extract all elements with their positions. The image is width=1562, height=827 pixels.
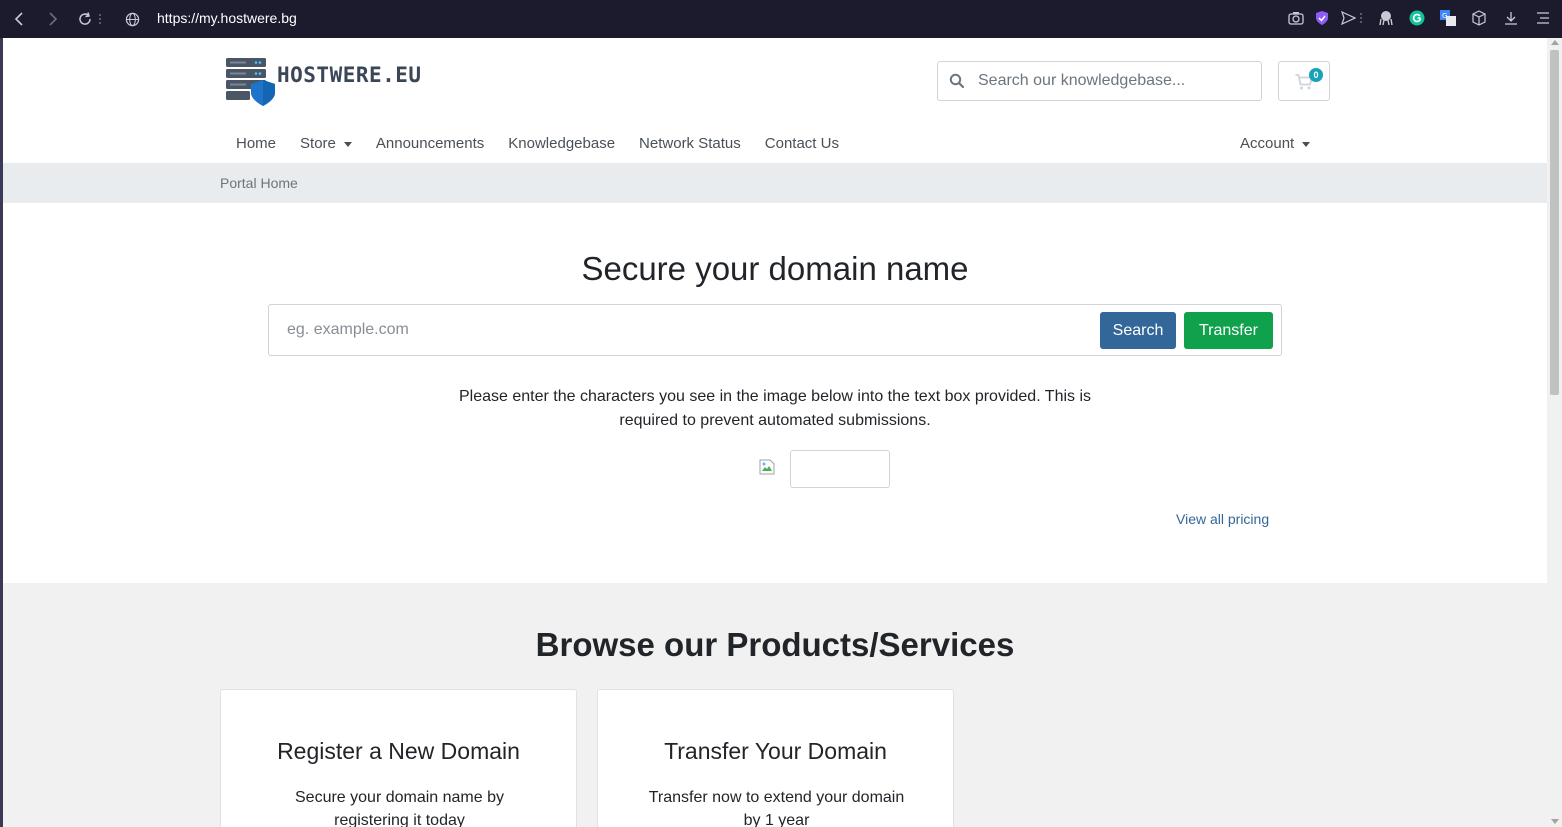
transfer-domain-card[interactable]: Transfer Your Domain Transfer now to ext… <box>597 689 954 827</box>
scroll-up-icon[interactable] <box>1551 40 1559 45</box>
main-navigation: Home Store Announcements Knowledgebase N… <box>224 128 851 160</box>
card-title: Transfer Your Domain <box>664 738 887 764</box>
broken-image-icon <box>759 459 775 475</box>
card-text: Secure your domain name by registering i… <box>295 789 504 827</box>
nav-item-announcements[interactable]: Announcements <box>364 128 496 160</box>
nav-item-store[interactable]: Store <box>288 128 364 160</box>
translate-icon[interactable]: G <box>1439 9 1457 27</box>
nav-item-network-status[interactable]: Network Status <box>627 128 753 160</box>
menu-icon[interactable] <box>1534 9 1552 27</box>
site-logo[interactable]: HOSTWERE.EU <box>223 55 421 107</box>
domain-input[interactable] <box>287 306 1087 354</box>
nav-item-home[interactable]: Home <box>224 128 288 160</box>
cart-count-badge: 0 <box>1309 68 1323 82</box>
search-icon <box>949 73 965 89</box>
caret-down-icon <box>343 141 352 147</box>
address-bar[interactable]: https://my.hostwere.bg <box>157 10 297 26</box>
logo-text: HOSTWERE.EU <box>277 63 422 87</box>
account-dropdown[interactable]: Account <box>1228 128 1322 160</box>
nav-item-label: Home <box>236 135 277 152</box>
nav-item-label: Contact Us <box>764 135 839 152</box>
separator-dots-icon <box>96 9 104 29</box>
box-icon[interactable] <box>1470 9 1488 27</box>
shield-check-icon[interactable] <box>1313 9 1331 27</box>
scrollbar-thumb[interactable] <box>1550 50 1559 395</box>
browser-toolbar: https://my.hostwere.bg G <box>0 0 1562 38</box>
card-title: Register a New Domain <box>277 738 520 764</box>
caret-down-icon <box>1302 141 1311 147</box>
send-icon[interactable] <box>1339 9 1357 27</box>
nav-item-label: Announcements <box>375 135 485 152</box>
nav-item-contact-us[interactable]: Contact Us <box>753 128 851 160</box>
breadcrumb: Portal Home <box>3 163 1547 203</box>
domain-search-title: Secure your domain name <box>581 250 969 287</box>
server-shield-logo-icon <box>226 58 275 106</box>
download-icon[interactable] <box>1502 9 1520 27</box>
card-text: Transfer now to extend your domain by 1 … <box>648 789 905 827</box>
back-icon[interactable] <box>10 9 30 29</box>
domain-search-button[interactable]: Search <box>1100 312 1176 349</box>
page-content: HOSTWERE.EU 0 Home Store Announcements K… <box>3 38 1547 827</box>
vertical-scrollbar[interactable] <box>1547 38 1562 827</box>
grammarly-icon[interactable] <box>1408 9 1426 27</box>
captcha-instructions: Please enter the characters you see in t… <box>458 388 1092 429</box>
knowledgebase-search-input[interactable] <box>978 62 1258 100</box>
cart-button[interactable]: 0 <box>1278 61 1330 101</box>
octopus-icon[interactable] <box>1377 9 1395 27</box>
separator-dots-icon-2 <box>1357 9 1365 27</box>
nav-item-label: Store <box>300 135 336 152</box>
globe-icon[interactable] <box>122 9 142 29</box>
nav-item-label: Network Status <box>639 135 741 152</box>
scroll-down-icon[interactable] <box>1551 819 1559 824</box>
camera-icon[interactable] <box>1287 9 1305 27</box>
domain-transfer-button[interactable]: Transfer <box>1184 312 1273 349</box>
svg-text:G: G <box>1442 12 1447 20</box>
captcha-input[interactable] <box>790 450 890 488</box>
browse-products-section: Browse our Products/Services Register a … <box>3 583 1547 827</box>
domain-search-box: Search Transfer <box>268 304 1282 356</box>
knowledgebase-search[interactable] <box>937 61 1262 101</box>
nav-item-label: Knowledgebase <box>508 135 616 152</box>
browse-section-title: Browse our Products/Services <box>535 626 1015 663</box>
nav-item-knowledgebase[interactable]: Knowledgebase <box>496 128 627 160</box>
register-domain-card[interactable]: Register a New Domain Secure your domain… <box>220 689 577 827</box>
reload-icon[interactable] <box>75 9 95 29</box>
account-label: Account <box>1240 135 1295 152</box>
forward-icon[interactable] <box>42 9 62 29</box>
view-all-pricing-link[interactable]: View all pricing <box>1176 511 1269 527</box>
breadcrumb-portal-home[interactable]: Portal Home <box>220 175 298 191</box>
